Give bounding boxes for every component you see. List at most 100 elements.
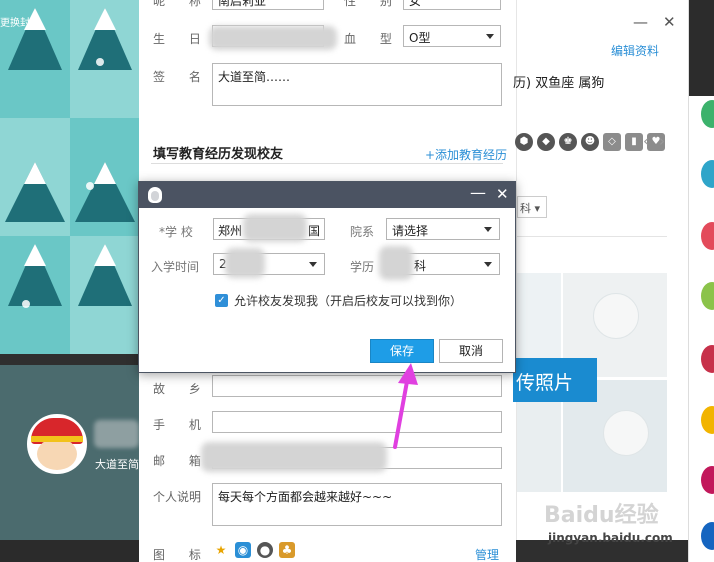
qq-penguin-icon bbox=[148, 187, 162, 203]
school-value: 郑州 bbox=[218, 224, 243, 238]
camera-icon[interactable]: ◉ bbox=[235, 542, 251, 558]
subject-tag: 科 bbox=[520, 202, 531, 215]
baidu-watermark: Baidu经验 bbox=[544, 503, 659, 528]
phone-field[interactable] bbox=[212, 411, 502, 433]
bottom-strip bbox=[0, 540, 139, 562]
education-section-title: 填写教育经历发现校友 bbox=[153, 147, 284, 162]
avatar[interactable] bbox=[27, 414, 87, 474]
cover-tile bbox=[0, 118, 70, 236]
add-education-link[interactable]: +添加教育经历 bbox=[425, 146, 507, 163]
checkbox-checked-icon[interactable]: ✓ bbox=[215, 294, 228, 307]
cat-photo bbox=[603, 410, 649, 456]
cover-tile bbox=[70, 118, 139, 236]
school-blurred bbox=[243, 214, 307, 242]
icon-row: ★ ◉ ● ♣ bbox=[213, 542, 295, 558]
hometown-label: 故 乡 bbox=[153, 382, 211, 396]
enroll-year-label: 入学时间 bbox=[151, 260, 200, 274]
contact-avatar[interactable] bbox=[701, 282, 714, 310]
badge-icon[interactable]: ☻ bbox=[581, 133, 599, 151]
email-blurred bbox=[201, 442, 387, 472]
phone-badge-icon[interactable]: ▮ bbox=[625, 133, 643, 151]
signature-label: 签 名 bbox=[153, 70, 211, 84]
manage-icons-link[interactable]: 管理 bbox=[475, 546, 499, 562]
blood-type-select[interactable]: O型 bbox=[403, 25, 501, 47]
cover-tile bbox=[70, 0, 139, 118]
allow-discover-text: 允许校友发现我（开启后校友可以找到你） bbox=[234, 294, 463, 308]
contact-avatar[interactable] bbox=[701, 522, 714, 550]
nickname-blurred bbox=[94, 420, 139, 448]
dialog-title-bar[interactable]: — ✕ bbox=[139, 182, 515, 208]
chevron-down-icon bbox=[486, 34, 494, 39]
department-value: 请选择 bbox=[392, 224, 429, 238]
contact-avatar[interactable] bbox=[701, 345, 714, 373]
education-dialog: — ✕ *学 校 郑州 国 院系 请选择 入学时间 2 学历 科 ✓ 允许校友发… bbox=[138, 181, 516, 373]
birthday-label: 生 日 bbox=[153, 32, 211, 46]
phone-label: 手 机 bbox=[153, 418, 211, 432]
avatar-face bbox=[37, 438, 77, 470]
profile-tags: 历) 双鱼座 属狗 bbox=[513, 76, 605, 91]
allow-discover-row[interactable]: ✓ 允许校友发现我（开启后校友可以找到你） bbox=[215, 292, 462, 309]
upload-photo-button[interactable]: 传照片 bbox=[513, 358, 597, 402]
nickname-field[interactable]: 南启莉亚 bbox=[212, 0, 324, 10]
list-header bbox=[689, 0, 714, 96]
icons-label: 图 标 bbox=[153, 548, 211, 562]
chevron-left-icon[interactable]: ‹ bbox=[643, 132, 649, 150]
signature-field[interactable]: 大道至简…… bbox=[212, 63, 502, 106]
diamond-icon[interactable]: ◇ bbox=[603, 133, 621, 151]
contact-list bbox=[688, 0, 714, 562]
snow-dot bbox=[86, 182, 94, 190]
description-label: 个人说明 bbox=[153, 490, 202, 504]
degree-label: 学历 bbox=[350, 260, 375, 274]
badge-icon[interactable]: ◆ bbox=[537, 133, 555, 151]
chevron-down-icon bbox=[309, 262, 317, 267]
cover-tile bbox=[70, 236, 139, 354]
profile-window: — ✕ 编辑资料 历) 双鱼座 属狗 ⬢ ◆ ♚ ☻ ◇ ▮ ♥ ‹ › 科 ▾… bbox=[513, 0, 688, 540]
contact-avatar[interactable] bbox=[701, 466, 714, 494]
contact-avatar[interactable] bbox=[701, 160, 714, 188]
year-blurred bbox=[225, 248, 265, 278]
edit-profile-link[interactable]: 编辑资料 bbox=[611, 42, 659, 59]
degree-blurred bbox=[379, 246, 413, 280]
star-icon[interactable]: ★ bbox=[213, 542, 229, 558]
site-watermark: jingyan.baidu.com bbox=[548, 531, 673, 545]
cat-photo bbox=[593, 293, 639, 339]
pet-icon[interactable]: ♣ bbox=[279, 542, 295, 558]
gender-label: 性 别 bbox=[344, 0, 402, 8]
webcam-icon[interactable]: ● bbox=[257, 542, 273, 558]
birthday-blurred bbox=[209, 26, 337, 50]
change-cover-link[interactable]: 更换封面 bbox=[0, 14, 40, 29]
close-icon[interactable]: ✕ bbox=[496, 184, 509, 204]
divider bbox=[151, 163, 503, 164]
divider bbox=[517, 236, 667, 237]
contact-avatar[interactable] bbox=[701, 406, 714, 434]
department-label: 院系 bbox=[350, 225, 375, 239]
department-select[interactable]: 请选择 bbox=[386, 218, 500, 240]
badge-icon[interactable]: ♚ bbox=[559, 133, 577, 151]
chevron-right-icon[interactable]: › bbox=[659, 132, 665, 150]
cover-tile bbox=[0, 236, 70, 354]
save-button[interactable]: 保存 bbox=[370, 339, 434, 363]
blood-type-value: O型 bbox=[409, 31, 431, 45]
snow-dot bbox=[96, 58, 104, 66]
school-label: *学 校 bbox=[159, 225, 193, 239]
signature-preview: 大道至简 bbox=[95, 458, 139, 471]
school-value-end: 国 bbox=[307, 224, 320, 238]
nickname-label: 昵 称 bbox=[153, 0, 211, 8]
contact-avatar[interactable] bbox=[701, 222, 714, 250]
snow-dot bbox=[22, 300, 30, 308]
cancel-button[interactable]: 取消 bbox=[439, 339, 503, 363]
chevron-down-icon bbox=[484, 227, 492, 232]
minimize-icon[interactable]: — bbox=[633, 15, 648, 30]
close-icon[interactable]: ✕ bbox=[663, 15, 676, 30]
gender-value: 女 bbox=[409, 0, 422, 8]
gender-select[interactable]: 女 bbox=[403, 0, 501, 10]
description-field[interactable]: 每天每个方面都会越来越好~~~ bbox=[212, 483, 502, 526]
contact-avatar[interactable] bbox=[701, 100, 714, 128]
chevron-down-icon bbox=[484, 262, 492, 267]
minimize-icon[interactable]: — bbox=[470, 183, 486, 203]
hometown-field[interactable] bbox=[212, 375, 502, 397]
avatar-band bbox=[31, 436, 83, 442]
blood-type-label: 血 型 bbox=[344, 32, 402, 46]
subject-select[interactable]: 科 ▾ bbox=[517, 196, 547, 218]
badge-icon[interactable]: ⬢ bbox=[515, 133, 533, 151]
